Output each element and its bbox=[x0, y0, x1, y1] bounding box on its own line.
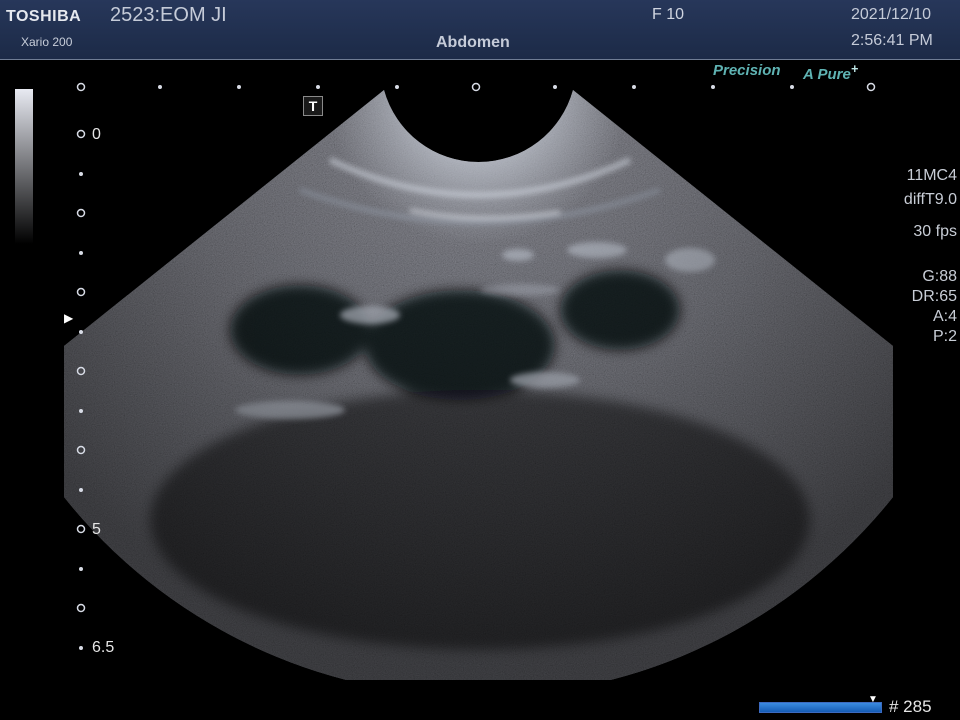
cine-progress-bar[interactable] bbox=[759, 702, 882, 713]
a-value: A:4 bbox=[932, 308, 957, 325]
frame-rate: 30 fps bbox=[913, 223, 957, 240]
focus-arrow-icon: ▶ bbox=[64, 311, 74, 325]
depth-label-5: 5 bbox=[92, 521, 101, 538]
frame-count: # 285 bbox=[889, 697, 932, 716]
cine-handle-icon[interactable]: ▼ bbox=[868, 694, 878, 705]
scan-sector bbox=[64, 90, 893, 680]
depth-label-6-5: 6.5 bbox=[92, 639, 115, 656]
grayscale-bar bbox=[15, 89, 33, 244]
apure-logo: A Pure+ bbox=[803, 62, 858, 83]
apure-word: Pure bbox=[817, 66, 851, 83]
depth-label-0: 0 bbox=[92, 126, 101, 143]
orientation-marker: T bbox=[303, 96, 323, 116]
ultrasound-image bbox=[64, 82, 893, 680]
probe-type: 11MC4 bbox=[906, 167, 957, 184]
lateral-scale bbox=[76, 82, 876, 92]
gain-value: G:88 bbox=[922, 268, 957, 285]
cine-progress-fill bbox=[760, 703, 881, 712]
precision-logo: Precision bbox=[713, 62, 781, 79]
p-value: P:2 bbox=[932, 328, 957, 345]
imaging-mode: diffT9.0 bbox=[903, 191, 957, 208]
dynamic-range-value: DR:65 bbox=[911, 288, 957, 305]
apure-plus-mark: + bbox=[850, 62, 859, 76]
apure-a: A bbox=[803, 66, 814, 83]
